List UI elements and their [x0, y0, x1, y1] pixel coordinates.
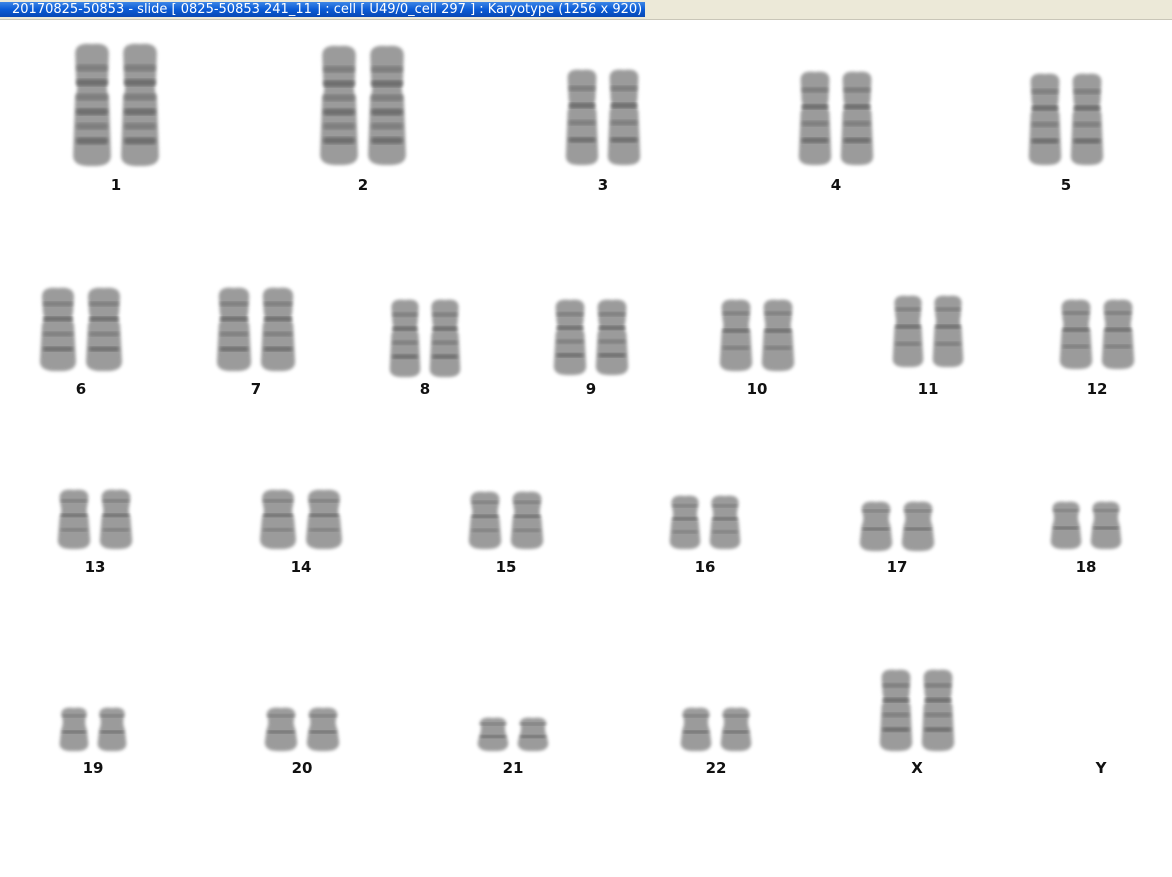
chromosome-pair-19[interactable]: [58, 706, 128, 752]
chromosome-18-a[interactable]: [1049, 500, 1083, 550]
chromosome-label-18: 18: [1075, 558, 1097, 576]
chromosome-2-a[interactable]: [318, 44, 360, 166]
chromosome-8-b[interactable]: [428, 298, 462, 378]
chromosome-pair-1[interactable]: [71, 42, 161, 167]
chromosome-20-a[interactable]: [263, 706, 299, 752]
window-title[interactable]: 20170825-50853 - slide [ 0825-50853 241_…: [0, 2, 645, 17]
chromosome-label-16: 16: [694, 558, 716, 576]
chromosome-pair-11[interactable]: [891, 294, 965, 368]
chromosome-13-b[interactable]: [98, 488, 134, 550]
chromosome-5-a[interactable]: [1027, 72, 1063, 166]
chromosome-4-a[interactable]: [797, 70, 833, 166]
chromosome-3-b[interactable]: [606, 68, 642, 166]
karyotype-canvas: 1 2 3 4 5 6 7 8 9 10 11 12 13 14 15 16 17 18 19 20 21 22 X Y: [0, 20, 1172, 877]
chromosome-label-20: 20: [291, 759, 313, 777]
chromosome-10-b[interactable]: [760, 298, 796, 372]
chromosome-11-a[interactable]: [891, 294, 925, 368]
chromosome-14-b[interactable]: [304, 488, 344, 550]
chromosome-label-13: 13: [84, 558, 106, 576]
chromosome-label-12: 12: [1086, 380, 1108, 398]
chromosome-label-11: 11: [917, 380, 939, 398]
chromosome-2-b[interactable]: [366, 44, 408, 166]
chromosome-pair-22[interactable]: [679, 706, 753, 752]
chromosome-pair-18[interactable]: [1049, 500, 1123, 550]
chromosome-label-1: 1: [110, 176, 122, 194]
chromosome-17-b[interactable]: [900, 500, 936, 552]
chromosome-15-a[interactable]: [467, 490, 503, 550]
chromosome-pair-3[interactable]: [564, 68, 642, 166]
chromosome-16-b[interactable]: [708, 494, 742, 550]
chromosome-7-a[interactable]: [215, 286, 253, 372]
chromosome-21-b[interactable]: [516, 716, 550, 752]
chromosome-19-a[interactable]: [58, 706, 90, 752]
chromosome-21-a[interactable]: [476, 716, 510, 752]
chromosome-label-19: 19: [82, 759, 104, 777]
chromosome-20-b[interactable]: [305, 706, 341, 752]
chromosome-6-a[interactable]: [38, 286, 78, 372]
chromosome-7-b[interactable]: [259, 286, 297, 372]
chromosome-pair-10[interactable]: [718, 298, 796, 372]
chromosome-8-a[interactable]: [388, 298, 422, 378]
chromosome-9-a[interactable]: [552, 298, 588, 376]
chromosome-pair-13[interactable]: [56, 488, 134, 550]
chromosome-label-8: 8: [419, 380, 431, 398]
chromosome-pair-6[interactable]: [38, 286, 124, 372]
chromosome-14-a[interactable]: [258, 488, 298, 550]
chromosome-pair-5[interactable]: [1027, 72, 1105, 166]
chromosome-label-22: 22: [705, 759, 727, 777]
chromosome-16-a[interactable]: [668, 494, 702, 550]
chromosome-pair-4[interactable]: [797, 70, 875, 166]
chromosome-label-15: 15: [495, 558, 517, 576]
chromosome-pair-16[interactable]: [668, 494, 742, 550]
chromosome-X-b[interactable]: [920, 668, 956, 752]
chromosome-label-17: 17: [886, 558, 908, 576]
chromosome-label-4: 4: [830, 176, 842, 194]
chromosome-1-b[interactable]: [119, 42, 161, 167]
chromosome-label-10: 10: [746, 380, 768, 398]
chromosome-18-b[interactable]: [1089, 500, 1123, 550]
chromosome-label-X: X: [911, 759, 923, 777]
chromosome-label-2: 2: [357, 176, 369, 194]
chromosome-pair-7[interactable]: [215, 286, 297, 372]
chromosome-pair-12[interactable]: [1058, 298, 1136, 370]
chromosome-label-Y: Y: [1095, 759, 1107, 777]
chromosome-pair-20[interactable]: [263, 706, 341, 752]
chromosome-label-7: 7: [250, 380, 262, 398]
chromosome-pair-21[interactable]: [476, 716, 550, 752]
chromosome-label-9: 9: [585, 380, 597, 398]
chromosome-13-a[interactable]: [56, 488, 92, 550]
chromosome-4-b[interactable]: [839, 70, 875, 166]
chromosome-15-b[interactable]: [509, 490, 545, 550]
chromosome-label-14: 14: [290, 558, 312, 576]
chromosome-pair-9[interactable]: [552, 298, 630, 376]
chromosome-pair-15[interactable]: [467, 490, 545, 550]
window-titlebar-row: 20170825-50853 - slide [ 0825-50853 241_…: [0, 0, 1172, 20]
chromosome-10-a[interactable]: [718, 298, 754, 372]
chromosome-17-a[interactable]: [858, 500, 894, 552]
chromosome-label-21: 21: [502, 759, 524, 777]
chromosome-11-b[interactable]: [931, 294, 965, 368]
chromosome-3-a[interactable]: [564, 68, 600, 166]
chromosome-12-b[interactable]: [1100, 298, 1136, 370]
chromosome-12-a[interactable]: [1058, 298, 1094, 370]
chromosome-pair-2[interactable]: [318, 44, 408, 166]
chromosome-9-b[interactable]: [594, 298, 630, 376]
chromosome-pair-17[interactable]: [858, 500, 936, 552]
chromosome-pair-X[interactable]: [878, 668, 956, 752]
chromosome-1-a[interactable]: [71, 42, 113, 167]
chromosome-6-b[interactable]: [84, 286, 124, 372]
chromosome-label-3: 3: [597, 176, 609, 194]
chromosome-label-5: 5: [1060, 176, 1072, 194]
chromosome-19-b[interactable]: [96, 706, 128, 752]
chromosome-pair-14[interactable]: [258, 488, 344, 550]
chromosome-22-a[interactable]: [679, 706, 713, 752]
chromosome-label-6: 6: [75, 380, 87, 398]
chromosome-pair-8[interactable]: [388, 298, 462, 378]
chromosome-X-a[interactable]: [878, 668, 914, 752]
chromosome-22-b[interactable]: [719, 706, 753, 752]
chromosome-5-b[interactable]: [1069, 72, 1105, 166]
